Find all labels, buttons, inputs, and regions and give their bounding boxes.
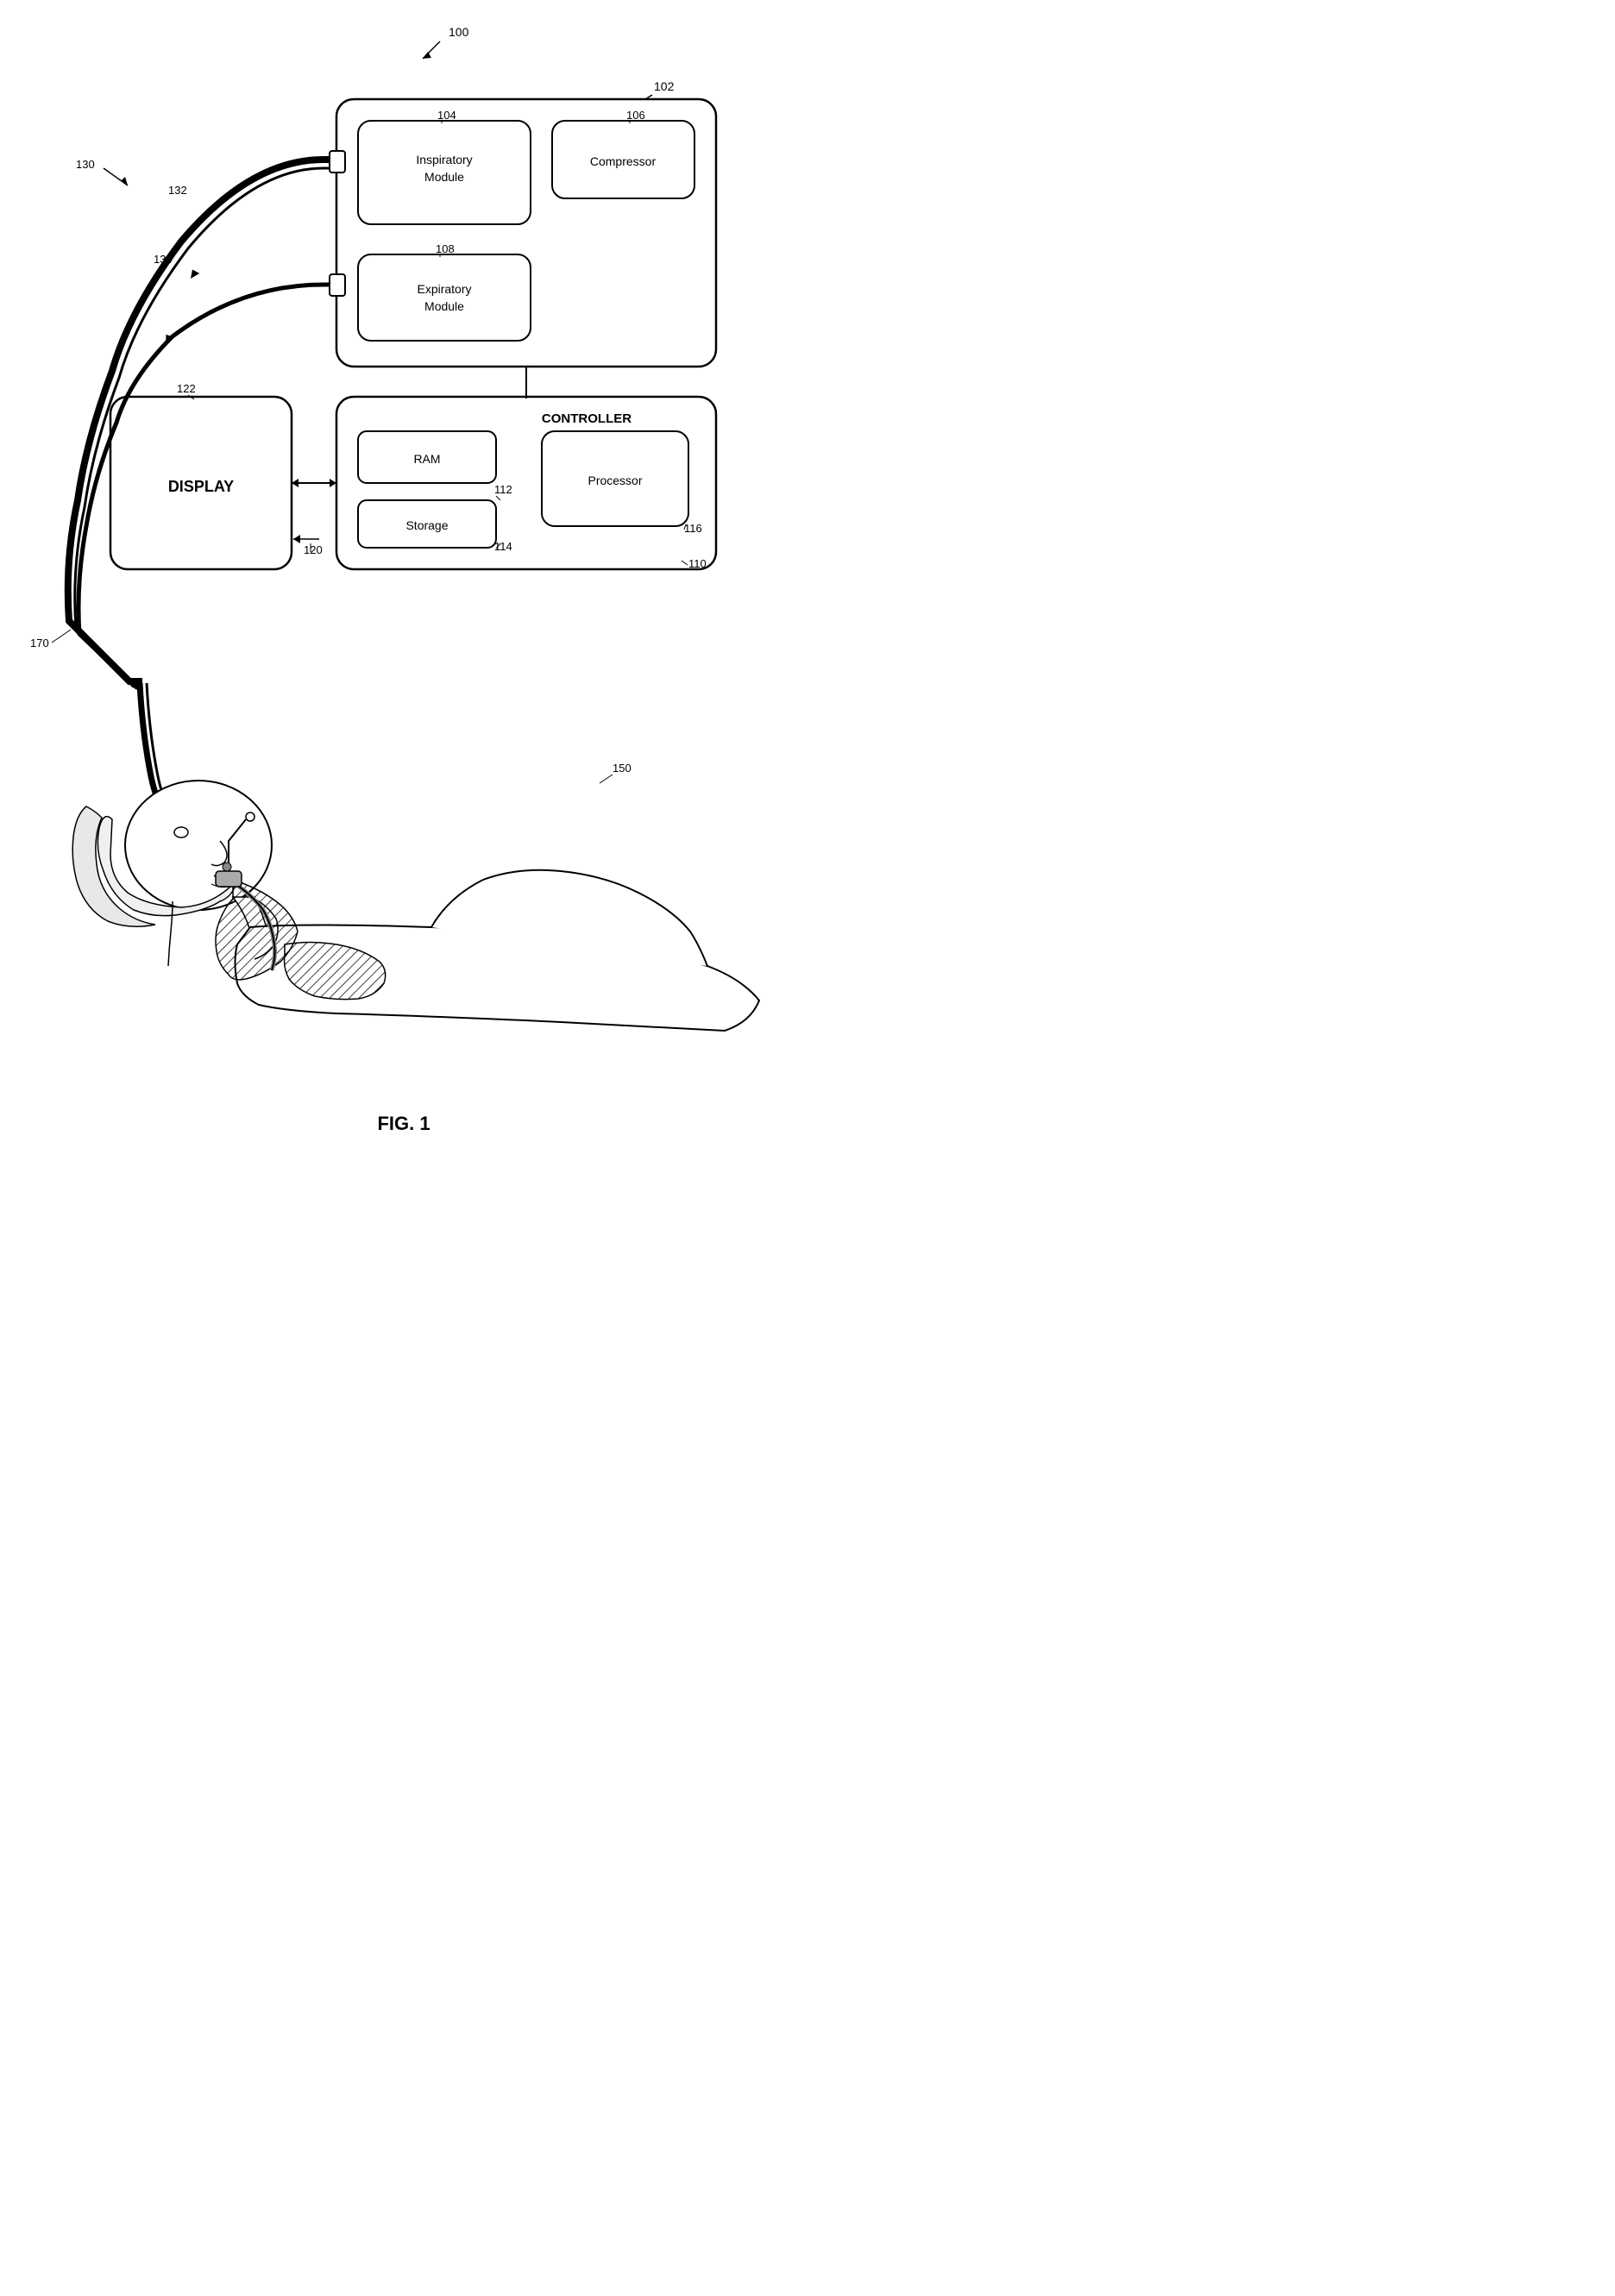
ref-122: 122	[177, 382, 196, 395]
ref-108: 108	[436, 242, 455, 255]
svg-text:Module: Module	[424, 299, 464, 313]
patent-diagram: 100 102 Inspiratory Module 104 Compresso…	[0, 0, 808, 1148]
compressor-label: Compressor	[590, 154, 657, 168]
storage-label: Storage	[405, 518, 448, 532]
ref-112: 112	[494, 483, 512, 496]
figure-label: FIG. 1	[377, 1113, 430, 1134]
expiratory-module-label: Expiratory	[417, 282, 471, 296]
display-label: DISPLAY	[168, 478, 234, 495]
controller-label: CONTROLLER	[542, 411, 632, 426]
ref-110: 110	[688, 557, 707, 570]
ref-132: 132	[168, 184, 187, 197]
ref-130: 130	[76, 158, 95, 171]
ref-102: 102	[654, 79, 675, 93]
processor-label: Processor	[588, 474, 642, 487]
ref-100: 100	[449, 25, 469, 39]
ref-106: 106	[626, 109, 645, 122]
ram-label: RAM	[413, 452, 440, 466]
svg-text:Module: Module	[424, 170, 464, 184]
ref-150: 150	[613, 762, 632, 775]
page: 100 102 Inspiratory Module 104 Compresso…	[0, 0, 808, 1148]
ref-120: 120	[304, 543, 323, 556]
inspiratory-module-label: Inspiratory	[416, 153, 472, 166]
ref-116: 116	[684, 522, 702, 535]
ref-114: 114	[494, 540, 512, 553]
ref-104: 104	[437, 109, 456, 122]
ref-170: 170	[30, 637, 49, 649]
